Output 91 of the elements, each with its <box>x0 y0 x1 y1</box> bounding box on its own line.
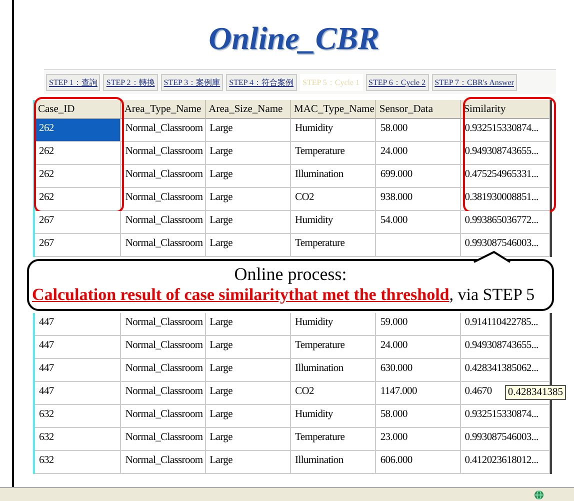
table-cell: Normal_Classroom <box>121 382 206 405</box>
table-cell: 632 <box>35 428 122 451</box>
table-cell: 0.428341385062... <box>460 359 550 382</box>
table-cell: 24.000 <box>376 142 461 165</box>
table-cell: Illumination <box>291 359 376 382</box>
table-cell: Temperature <box>291 336 376 359</box>
table-cell: 0.475254965331... <box>460 165 550 188</box>
table-cell: Normal_Classroom <box>121 188 206 211</box>
table-cell: CO2 <box>291 382 376 405</box>
tooltip: 0.428341385 <box>504 385 566 400</box>
callout-text: Calculation result of case similaritythat met the threshold, via STEP 5 <box>31 285 536 305</box>
table-cell: Temperature <box>291 428 376 451</box>
table-cell: 0.949308743655... <box>460 336 550 359</box>
table-cell: Large <box>206 336 292 359</box>
table-cell: Temperature <box>291 142 376 165</box>
table-cell: 59.000 <box>376 313 461 336</box>
step-tab[interactable]: STEP 3：案例庫 <box>160 74 224 91</box>
table-cell: 267 <box>35 211 122 234</box>
table-cell: Normal_Classroom <box>121 313 206 336</box>
table-cell: Large <box>206 142 292 165</box>
table-cell: 267 <box>35 234 122 257</box>
table-cell: 1147.000 <box>376 382 461 405</box>
table-cell: Normal_Classroom <box>121 211 206 234</box>
table-cell: Normal_Classroom <box>121 142 206 165</box>
table-cell: 262 <box>35 119 122 142</box>
table-cell: 447 <box>35 336 122 359</box>
table-cell: 58.000 <box>376 405 461 428</box>
callout-heading: Online process: <box>233 264 348 285</box>
table-cell: 447 <box>35 382 122 405</box>
table-cell: 632 <box>35 451 122 474</box>
table-cell: Normal_Classroom <box>121 165 206 188</box>
table-cell: Humidity <box>291 119 376 142</box>
column-header[interactable]: MAC_Type_Name <box>291 100 376 119</box>
table-cell: 447 <box>35 313 122 336</box>
table-cell: 632 <box>35 405 122 428</box>
table-cell: Large <box>206 211 292 234</box>
table-cell: Large <box>206 382 292 405</box>
table-cell: CO2 <box>291 188 376 211</box>
table-cell: Large <box>206 428 292 451</box>
column-header[interactable]: Area_Size_Name <box>206 100 292 119</box>
table-cell: Normal_Classroom <box>121 234 206 257</box>
table-cell: 58.000 <box>376 119 461 142</box>
table-cell: 0.993865036772... <box>460 211 550 234</box>
table-cell: 0.412023618012... <box>460 451 550 474</box>
table-cell: Large <box>206 119 292 142</box>
column-header[interactable]: Case_ID <box>35 100 122 119</box>
step-tab[interactable]: STEP 6：Cycle 2 <box>366 74 429 91</box>
table-cell: 699.000 <box>376 165 461 188</box>
table-cell: Large <box>206 359 292 382</box>
table-cell: Normal_Classroom <box>121 451 206 474</box>
page-title: Online_CBR <box>208 19 380 58</box>
column-header[interactable]: Sensor_Data <box>376 100 461 119</box>
step-tab[interactable]: STEP 2：轉換 <box>103 74 158 91</box>
table-cell: Humidity <box>291 405 376 428</box>
column-header[interactable]: Area_Type_Name <box>121 100 206 119</box>
table-cell: 0.932515330874... <box>460 119 550 142</box>
table-cell: Humidity <box>291 313 376 336</box>
step-tab[interactable]: STEP 1：查詢 <box>46 74 100 91</box>
step-tab[interactable]: STEP 4：符合案例 <box>226 74 296 91</box>
table-cell: Large <box>206 234 292 257</box>
column-header[interactable]: Similarity <box>460 100 550 119</box>
table-cell: 54.000 <box>376 211 461 234</box>
table-cell: 938.000 <box>376 188 461 211</box>
table-cell: Large <box>206 405 292 428</box>
table-cell: 0.914110422785... <box>460 313 550 336</box>
step-tab[interactable]: STEP 7：CBR's Answer <box>432 74 517 91</box>
table-cell: Normal_Classroom <box>121 119 206 142</box>
table-cell: 0.993087546003... <box>460 428 550 451</box>
table-cell: Illumination <box>291 165 376 188</box>
table-cell: 24.000 <box>376 336 461 359</box>
table-cell: Normal_Classroom <box>121 428 206 451</box>
table-cell: Normal_Classroom <box>121 359 206 382</box>
table-cell: 262 <box>35 142 122 165</box>
table-cell: Large <box>206 188 292 211</box>
table-cell: Humidity <box>291 211 376 234</box>
table-cell: Large <box>206 451 292 474</box>
table-cell: Illumination <box>291 451 376 474</box>
table-cell: Normal_Classroom <box>121 336 206 359</box>
table-cell: 262 <box>35 165 122 188</box>
table-cell: 0.932515330874... <box>460 405 550 428</box>
table-cell: 606.000 <box>376 451 461 474</box>
table-cell: 447 <box>35 359 122 382</box>
table-cell: 0.949308743655... <box>460 142 550 165</box>
table-cell: 630.000 <box>376 359 461 382</box>
table-cell: 23.000 <box>376 428 461 451</box>
table-cell: Large <box>206 313 292 336</box>
table-cell: 0.381930008851... <box>460 188 550 211</box>
table-cell: Normal_Classroom <box>121 405 206 428</box>
table-cell: Large <box>206 165 292 188</box>
table-cell: 262 <box>35 188 122 211</box>
table-cell: Temperature <box>291 234 376 257</box>
